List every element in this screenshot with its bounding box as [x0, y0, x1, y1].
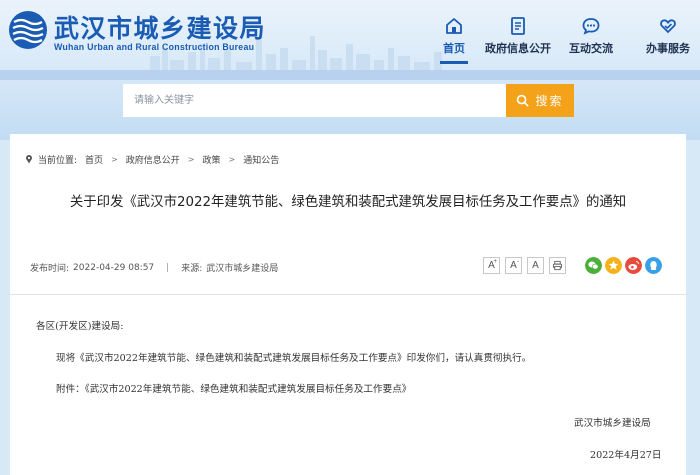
breadcrumb: 当前位置: 首页 > 政府信息公开 > 政策 > 通知公告 — [24, 152, 279, 166]
meta-divider: | — [166, 262, 170, 273]
weibo-icon[interactable] — [625, 257, 642, 274]
source-label: 来源: — [181, 264, 203, 274]
site-title: 武汉市城乡建设局 — [54, 14, 267, 43]
article-divider — [10, 294, 686, 295]
article-date: 2022年4月27日 — [590, 450, 662, 461]
nav-label: 政府信息公开 — [485, 42, 551, 55]
print-button[interactable] — [549, 257, 566, 274]
share-buttons — [585, 257, 662, 274]
article-signature: 武汉市城乡建设局 — [574, 418, 651, 429]
nav-item-interaction[interactable]: 互动交流 — [551, 16, 631, 64]
nav-label: 首页 — [443, 42, 465, 55]
nav-label: 办事服务 — [646, 42, 690, 55]
article-title: 关于印发《武汉市2022年建筑节能、绿色建筑和装配式建筑发展目标任务及工作要点》… — [69, 195, 627, 210]
search-button[interactable]: 搜索 — [506, 84, 574, 117]
bureau-logo-icon — [9, 11, 47, 49]
article-paragraph: 现将《武汉市2022年建筑节能、绿色建筑和装配式建筑发展目标任务及工作要点》印发… — [56, 353, 532, 364]
published-time: 2022-04-29 08:57 — [73, 262, 155, 273]
breadcrumb-prefix: 当前位置: — [38, 155, 78, 166]
source-value: 武汉市城乡建设局 — [206, 264, 279, 274]
breadcrumb-item-notice[interactable]: 通知公告 — [243, 153, 279, 166]
article-card: 当前位置: 首页 > 政府信息公开 > 政策 > 通知公告 关于印发《武汉市20… — [10, 134, 686, 475]
nav-label: 互动交流 — [569, 42, 613, 55]
site-subtitle: Wuhan Urban and Rural Construction Burea… — [54, 42, 255, 52]
article-greeting: 各区(开发区)建设局: — [36, 321, 124, 332]
home-icon — [446, 18, 462, 34]
breadcrumb-separator-icon: > — [228, 154, 236, 164]
breadcrumb-item-home[interactable]: 首页 — [85, 153, 103, 166]
nav-item-services[interactable]: 办事服务 — [628, 16, 700, 64]
font-smaller-button[interactable]: A- — [505, 257, 522, 274]
article-meta: 发布时间: 2022-04-29 08:57 | 来源: 武汉市城乡建设局 — [30, 261, 279, 275]
heart-hand-icon — [660, 19, 676, 34]
wechat-icon[interactable] — [585, 257, 602, 274]
qq-icon[interactable] — [645, 257, 662, 274]
qzone-icon[interactable] — [605, 257, 622, 274]
published-label: 发布时间: — [30, 264, 70, 274]
nav-active-indicator — [440, 61, 468, 64]
search-icon — [517, 94, 530, 107]
location-pin-icon — [26, 155, 32, 164]
print-icon — [552, 260, 563, 271]
document-icon — [511, 17, 525, 35]
font-larger-button[interactable]: A + — [483, 257, 500, 274]
breadcrumb-item-gov-info[interactable]: 政府信息公开 — [126, 153, 180, 166]
nav-item-gov-info[interactable]: 政府信息公开 — [478, 16, 558, 64]
chat-icon — [582, 18, 600, 35]
breadcrumb-separator-icon: > — [111, 154, 118, 164]
site-header: 武汉市城乡建设局 Wuhan Urban and Rural Construct… — [0, 0, 700, 140]
breadcrumb-separator-icon: > — [187, 154, 195, 164]
font-size-tools: A + A- A — [483, 257, 566, 274]
article-attachment[interactable]: 附件：《武汉市2022年建筑节能、绿色建筑和装配式建筑发展目标任务及工作要点》 — [56, 381, 411, 395]
search-button-label: 搜索 — [535, 94, 564, 108]
breadcrumb-item-policy[interactable]: 政策 — [202, 153, 220, 166]
font-default-button[interactable]: A — [527, 257, 544, 274]
search-input[interactable] — [123, 84, 506, 117]
